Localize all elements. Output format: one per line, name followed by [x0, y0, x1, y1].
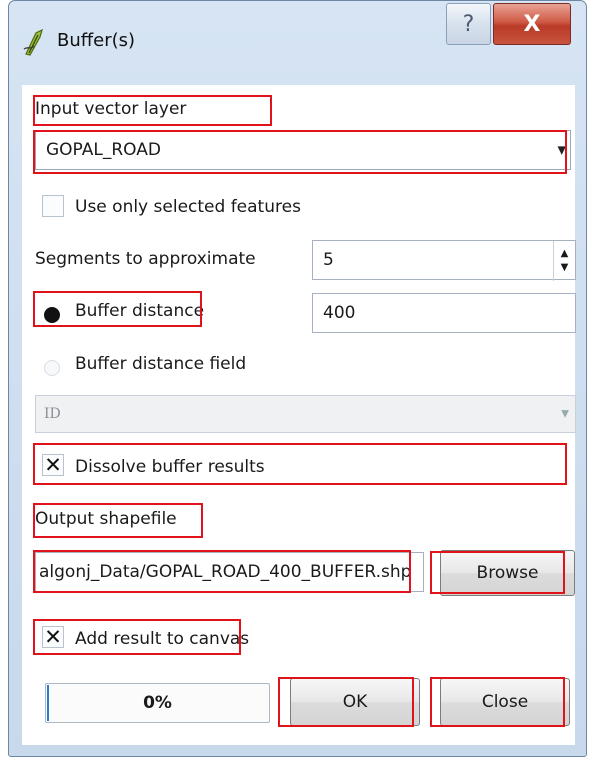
window-close-button[interactable]: X — [493, 3, 571, 45]
buffer-dialog-window: Buffer(s) ? X Input vector layer GOPAL_R… — [8, 0, 587, 757]
dissolve-checkbox[interactable]: ✕ — [42, 453, 64, 477]
help-icon: ? — [462, 11, 475, 37]
segments-spinbox[interactable]: 5 ▲ ▼ — [312, 240, 576, 281]
input-layer-value: GOPAL_ROAD — [46, 140, 161, 160]
progress-bar: 0% — [45, 683, 270, 723]
add-canvas-label: Add result to canvas — [75, 629, 250, 649]
title-bar[interactable]: Buffer(s) ? X — [9, 1, 586, 79]
buffer-tool-icon — [22, 27, 48, 57]
spin-arrows[interactable]: ▲ ▼ — [553, 241, 575, 281]
output-path-value: algonj_Data/GOPAL_ROAD_400_BUFFER.shp — [39, 562, 412, 582]
spin-down-icon[interactable]: ▼ — [561, 261, 569, 275]
ok-label: OK — [342, 692, 368, 712]
buffer-field-label: Buffer distance field — [75, 354, 247, 374]
add-canvas-checkbox[interactable]: ✕ — [42, 625, 64, 649]
buffer-distance-label: Buffer distance — [75, 301, 205, 321]
browse-label: Browse — [476, 563, 539, 583]
output-path-input[interactable]: algonj_Data/GOPAL_ROAD_400_BUFFER.shp — [35, 552, 424, 592]
input-layer-label: Input vector layer — [35, 99, 187, 119]
window-title: Buffer(s) — [57, 30, 136, 51]
dropdown-arrow-icon: ▼ — [557, 143, 566, 157]
dissolve-label: Dissolve buffer results — [75, 457, 265, 477]
buffer-distance-input[interactable]: 400 — [312, 293, 576, 333]
buffer-field-radio[interactable] — [44, 360, 60, 376]
segments-value: 5 — [323, 250, 334, 270]
help-button[interactable]: ? — [446, 3, 491, 45]
browse-button[interactable]: Browse — [440, 550, 575, 596]
output-label: Output shapefile — [35, 509, 177, 529]
dropdown-arrow-icon: ▼ — [561, 408, 569, 420]
buffer-distance-value: 400 — [323, 303, 356, 323]
close-button[interactable]: Close — [440, 678, 570, 726]
close-icon: X — [523, 11, 541, 37]
segments-label: Segments to approximate — [35, 249, 256, 269]
close-label: Close — [481, 692, 529, 712]
input-layer-select[interactable]: GOPAL_ROAD ▼ — [35, 130, 571, 170]
use-selected-checkbox[interactable] — [42, 195, 64, 217]
spin-up-icon[interactable]: ▲ — [561, 247, 569, 261]
buffer-distance-radio[interactable] — [44, 307, 60, 323]
ok-button[interactable]: OK — [290, 678, 420, 726]
dialog-body: Input vector layer GOPAL_ROAD ▼ Use only… — [22, 85, 576, 745]
buffer-field-select: ID ▼ — [35, 395, 576, 433]
use-selected-label: Use only selected features — [75, 197, 301, 217]
buffer-field-value: ID — [44, 406, 61, 422]
progress-text: 0% — [143, 693, 172, 713]
